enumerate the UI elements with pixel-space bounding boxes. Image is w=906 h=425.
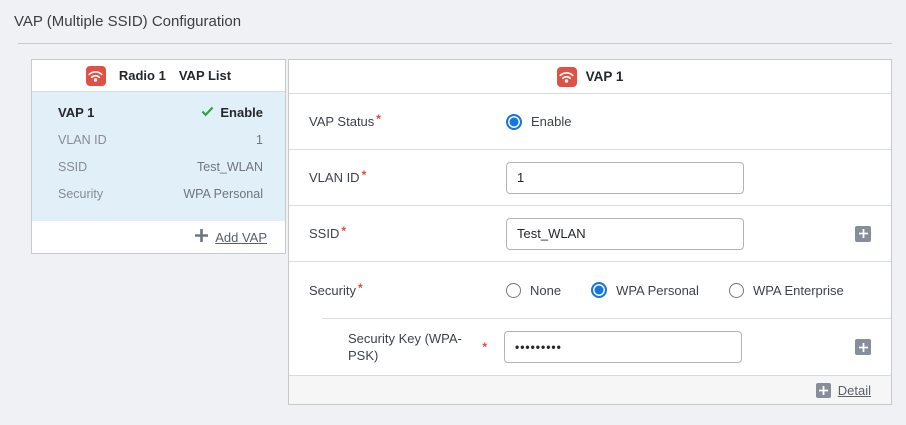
detail-expand-button[interactable] (816, 383, 831, 398)
vap-status-badge: Enable (201, 105, 263, 120)
radio-none[interactable]: None (506, 283, 561, 298)
vap-card-header: VAP 1 Enable (58, 105, 263, 120)
wifi-icon (557, 67, 577, 87)
page-title: VAP (Multiple SSID) Configuration (0, 0, 906, 30)
vap-ssid-row: SSID Test_WLAN (58, 154, 263, 181)
radio-selected-icon (506, 114, 522, 130)
radio-wpa-personal-label: WPA Personal (616, 283, 699, 298)
radio-none-label: None (530, 283, 561, 298)
radio-selected-icon (591, 282, 607, 298)
vlan-id-row: VLAN ID* (289, 150, 891, 206)
ssid-row: SSID* (289, 206, 891, 262)
vap-name: VAP 1 (58, 105, 94, 120)
security-key-row: Security Key (WPA-PSK) * (322, 318, 891, 375)
vap-list-footer: Add VAP (32, 221, 285, 253)
title-divider (18, 43, 892, 44)
ssid-input[interactable] (506, 218, 744, 250)
vap-status-row: VAP Status* Enable (289, 94, 891, 150)
ssid-field-label: SSID* (309, 226, 506, 241)
ssid-value: Test_WLAN (197, 154, 263, 181)
vap-list-header: Radio 1 VAP List (32, 60, 285, 92)
vap-detail-panel: VAP 1 VAP Status* Enable VLAN ID* SSID* (288, 59, 892, 405)
security-row: Security* None WPA Personal WPA Enterpri… (289, 262, 891, 318)
security-key-add-button[interactable] (855, 339, 871, 355)
vap-detail-header: VAP 1 (289, 60, 891, 94)
plus-icon (195, 229, 208, 245)
radio-enable-label: Enable (531, 114, 571, 129)
security-key-field-label: Security Key (WPA-PSK) (348, 330, 466, 364)
security-label: Security (58, 181, 103, 208)
radio-unselected-icon (729, 283, 744, 298)
radio-wpa-enterprise-label: WPA Enterprise (753, 283, 844, 298)
plus-icon (859, 226, 868, 241)
add-vap-button[interactable]: Add VAP (195, 229, 267, 245)
add-vap-label: Add VAP (215, 230, 267, 245)
vlan-id-input[interactable] (506, 162, 744, 194)
vlan-id-value: 1 (256, 127, 263, 154)
radio-unselected-icon (506, 283, 521, 298)
required-asterisk: * (376, 112, 381, 126)
plus-icon (859, 340, 868, 355)
vlan-id-label: VLAN ID (58, 127, 107, 154)
ssid-label: SSID (58, 154, 87, 181)
vap-security-row: Security WPA Personal (58, 181, 263, 208)
vap-list-label: VAP List (179, 68, 231, 83)
required-asterisk: * (358, 281, 363, 295)
vap-status-field-label: VAP Status* (309, 114, 506, 129)
security-field-label: Security* (309, 283, 506, 298)
vap-list-item[interactable]: VAP 1 Enable VLAN ID 1 SSID Test_WLAN (32, 92, 285, 221)
radio-label: Radio 1 (119, 68, 166, 83)
radio-enable[interactable]: Enable (506, 114, 571, 130)
vap-status-text: Enable (220, 105, 263, 120)
security-radio-group: None WPA Personal WPA Enterprise (506, 282, 844, 298)
required-asterisk: * (341, 224, 346, 238)
content: Radio 1 VAP List VAP 1 Enable VLAN ID 1 (31, 59, 892, 405)
wifi-icon (86, 66, 106, 86)
required-asterisk: * (466, 340, 487, 354)
security-key-input[interactable] (504, 331, 742, 363)
plus-icon (819, 383, 828, 398)
vap-detail-title: VAP 1 (586, 69, 624, 84)
detail-link[interactable]: Detail (838, 383, 871, 398)
page: VAP (Multiple SSID) Configuration Radio … (0, 0, 906, 405)
required-asterisk: * (362, 168, 367, 182)
security-value: WPA Personal (183, 181, 263, 208)
vlan-id-field-label: VLAN ID* (309, 170, 506, 185)
radio-wpa-personal[interactable]: WPA Personal (591, 282, 699, 298)
vap-vlan-row: VLAN ID 1 (58, 127, 263, 154)
radio-wpa-enterprise[interactable]: WPA Enterprise (729, 283, 844, 298)
vap-detail-footer: Detail (289, 375, 891, 404)
check-icon (201, 105, 214, 120)
ssid-add-button[interactable] (855, 226, 871, 242)
vap-list-panel: Radio 1 VAP List VAP 1 Enable VLAN ID 1 (31, 59, 286, 254)
